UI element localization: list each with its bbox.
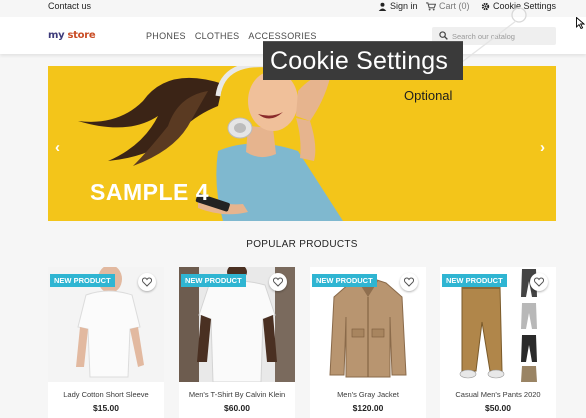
product-card[interactable]: NEW PRODUCT Casual Men's Pants 2020 $50.… [440, 267, 556, 418]
wishlist-button[interactable] [269, 273, 287, 291]
wishlist-button[interactable] [530, 273, 548, 291]
carousel-next-button[interactable]: › [540, 140, 545, 155]
new-product-badge: NEW PRODUCT [312, 274, 377, 287]
new-product-badge: NEW PRODUCT [442, 274, 507, 287]
heart-icon [273, 277, 283, 287]
callout-label: Cookie Settings [270, 47, 449, 75]
product-name[interactable]: Men's Gray Jacket [310, 390, 426, 399]
product-price: $50.00 [485, 403, 511, 413]
heart-icon [404, 277, 414, 287]
product-card[interactable]: NEW PRODUCT Men's T-Shirt By Calvin Klei… [179, 267, 295, 418]
product-name[interactable]: Men's T-Shirt By Calvin Klein [179, 390, 295, 399]
cookie-settings-callout: Cookie Settings [263, 41, 463, 80]
product-price: $15.00 [93, 403, 119, 413]
new-product-badge: NEW PRODUCT [50, 274, 115, 287]
product-price: $120.00 [352, 403, 384, 413]
product-price: $60.00 [224, 403, 250, 413]
popular-products-heading: POPULAR PRODUCTS [246, 239, 358, 250]
carousel-prev-button[interactable]: ‹ [55, 140, 60, 155]
wishlist-button[interactable] [400, 273, 418, 291]
product-card[interactable]: NEW PRODUCT Men's Gray Jacket $120.00 [310, 267, 426, 418]
mouse-cursor-icon [576, 17, 585, 29]
hero-title: SAMPLE 4 [90, 179, 210, 205]
product-card[interactable]: NEW PRODUCT Lady Cotton Short Sleeve $15… [48, 267, 164, 418]
product-name[interactable]: Lady Cotton Short Sleeve [48, 390, 164, 399]
heart-icon [534, 277, 544, 287]
new-product-badge: NEW PRODUCT [181, 274, 246, 287]
wishlist-button[interactable] [138, 273, 156, 291]
product-name[interactable]: Casual Men's Pants 2020 [440, 390, 556, 399]
heart-icon [142, 277, 152, 287]
